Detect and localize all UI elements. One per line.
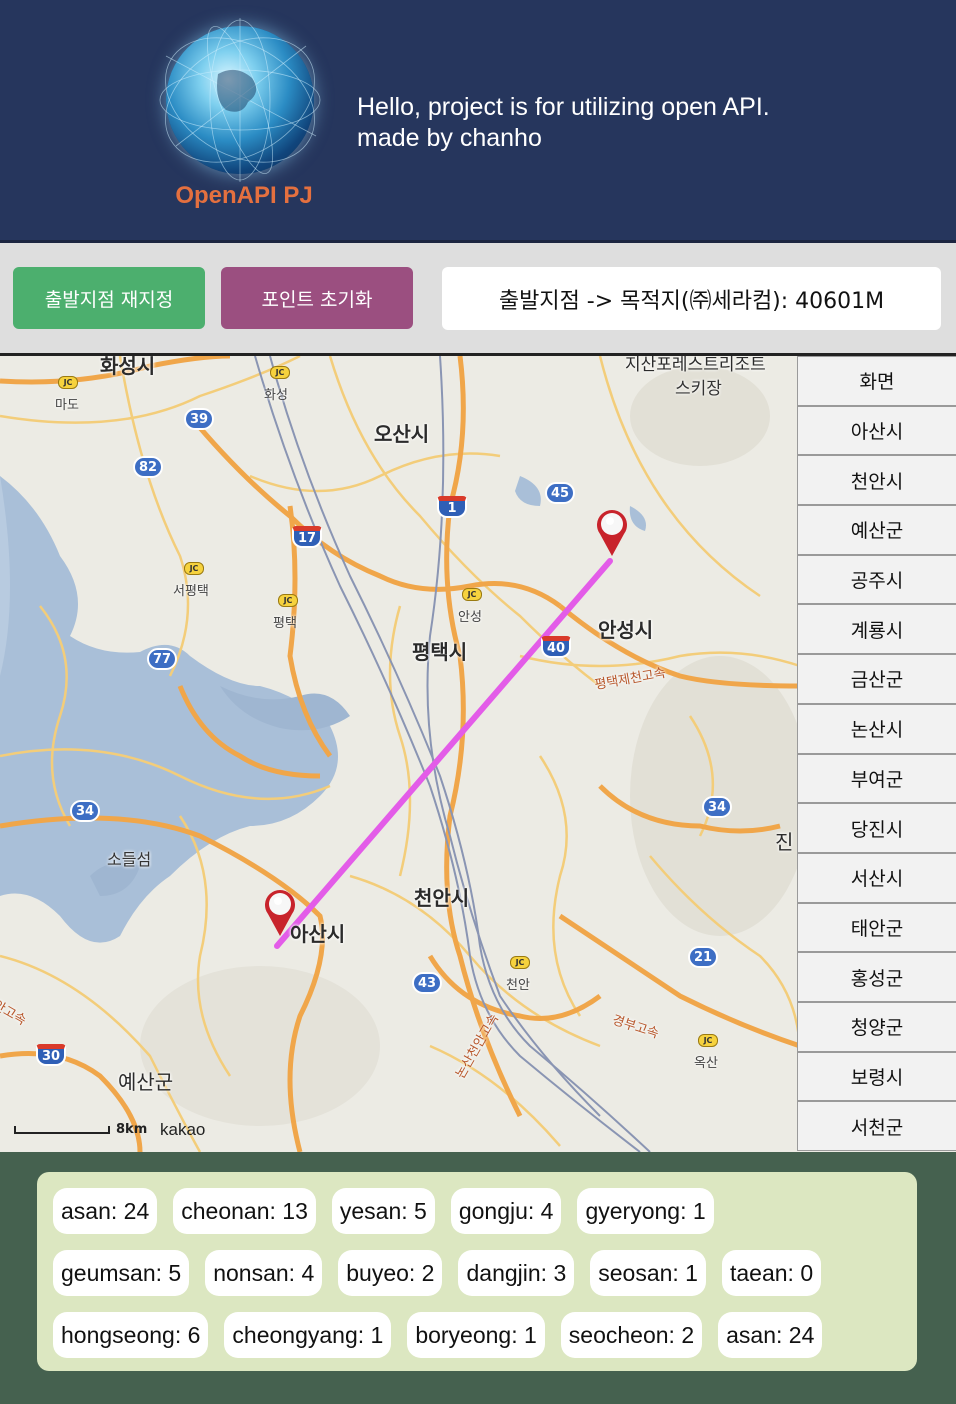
place-anseong-jc: 안성 bbox=[458, 610, 482, 625]
place-anseong: 안성시 bbox=[598, 618, 654, 642]
place-mado: 마도 bbox=[55, 398, 79, 413]
route-shield: 82 bbox=[133, 456, 163, 478]
region-button-gyeryong[interactable]: 계룡시 bbox=[797, 604, 956, 655]
route-shield: 30 bbox=[36, 1044, 66, 1066]
count-row: hongseong: 6 cheongyang: 1 boryeong: 1 s… bbox=[53, 1312, 917, 1358]
distance-display: 출발지점 -> 목적지(㈜세라컴): 40601M bbox=[442, 267, 941, 330]
count-row: geumsan: 5 nonsan: 4 buyeo: 2 dangjin: 3… bbox=[53, 1250, 917, 1296]
route-shield: 40 bbox=[541, 636, 571, 658]
place-cheonan-jc: 천안 bbox=[506, 978, 530, 993]
place-cheonan: 천안시 bbox=[414, 886, 470, 910]
region-button-geumsan[interactable]: 금산군 bbox=[797, 654, 956, 704]
count-chip-taean: taean: 0 bbox=[721, 1250, 822, 1296]
place-hwaseong-top: 화성시 bbox=[100, 356, 156, 378]
region-list: 화면 아산시 천안시 예산군 공주시 계룡시 금산군 논산시 부여군 당진시 서… bbox=[797, 356, 956, 1151]
region-button-seosan[interactable]: 서산시 bbox=[797, 852, 956, 903]
count-chip-seocheon: seocheon: 2 bbox=[560, 1312, 703, 1358]
toolbar: 출발지점 재지정 포인트 초기화 출발지점 -> 목적지(㈜세라컴): 4060… bbox=[0, 240, 956, 356]
route-shield: 34 bbox=[702, 796, 732, 818]
greeting: Hello, project is for utilizing open API… bbox=[357, 92, 770, 154]
place-osan: 오산시 bbox=[374, 422, 430, 446]
count-chip-dangjin: dangjin: 3 bbox=[458, 1250, 575, 1296]
count-chip-geumsan: geumsan: 5 bbox=[53, 1250, 190, 1296]
place-pyeongtaek-jc: 평택 bbox=[273, 616, 297, 631]
junction-icon: JC bbox=[698, 1034, 718, 1047]
route-shield: 77 bbox=[147, 648, 177, 670]
count-chip-cheongyang: cheongyang: 1 bbox=[224, 1312, 392, 1358]
place-sodeulseom: 소들섬 bbox=[107, 850, 152, 869]
reset-start-button[interactable]: 출발지점 재지정 bbox=[13, 267, 205, 329]
route-shield: 39 bbox=[184, 408, 214, 430]
count-row: asan: 24 cheonan: 13 yesan: 5 gongju: 4 … bbox=[53, 1188, 917, 1234]
region-button-cheongyang[interactable]: 청양군 bbox=[797, 1001, 956, 1052]
route-shield: 21 bbox=[688, 946, 718, 968]
route-shield: 34 bbox=[70, 800, 100, 822]
map-view[interactable]: 화성시 마도 화성 오산시 지산포레스트리조트 스키장 서평택 평택 안성 평택… bbox=[0, 356, 956, 1152]
count-chip-buyeo: buyeo: 2 bbox=[338, 1250, 443, 1296]
region-button-taean[interactable]: 태안군 bbox=[797, 902, 956, 953]
place-yesan: 예산군 bbox=[118, 1070, 174, 1094]
greeting-line-2: made by chanho bbox=[357, 124, 542, 152]
count-chip-gongju: gongju: 4 bbox=[450, 1188, 562, 1234]
place-pyeongtaek: 평택시 bbox=[412, 640, 468, 664]
route-shield: 1 bbox=[437, 496, 467, 518]
region-button-dangjin[interactable]: 당진시 bbox=[797, 803, 956, 853]
count-chip-boryeong: boryeong: 1 bbox=[407, 1312, 545, 1358]
region-button-asan[interactable]: 아산시 bbox=[797, 405, 956, 456]
app-header: OpenAPI PJ Hello, project is for utilizi… bbox=[0, 0, 956, 240]
count-chip-seosan: seosan: 1 bbox=[590, 1250, 706, 1296]
clear-points-button[interactable]: 포인트 초기화 bbox=[221, 267, 413, 329]
count-chip-asan: asan: 24 bbox=[53, 1188, 158, 1234]
route-shield: 43 bbox=[412, 972, 442, 994]
junction-icon: JC bbox=[510, 956, 530, 969]
logo-text: OpenAPI PJ bbox=[175, 182, 313, 209]
region-button-seocheon[interactable]: 서천군 bbox=[797, 1101, 956, 1151]
count-chip-hongseong: hongseong: 6 bbox=[53, 1312, 209, 1358]
junction-icon: JC bbox=[270, 366, 290, 379]
place-jisan: 지산포레스트리조트 bbox=[625, 356, 766, 375]
map-provider-logo: kakao bbox=[160, 1120, 206, 1139]
place-asan: 아산시 bbox=[290, 922, 346, 946]
region-button-gongju[interactable]: 공주시 bbox=[797, 554, 956, 605]
place-ski: 스키장 bbox=[675, 379, 722, 399]
logo: OpenAPI PJ bbox=[159, 18, 324, 216]
count-chip-cheonan: cheonan: 13 bbox=[173, 1188, 316, 1234]
place-jin: 진 bbox=[775, 830, 794, 854]
region-button-nonsan[interactable]: 논산시 bbox=[797, 703, 956, 754]
count-chip-nonsan: nonsan: 4 bbox=[205, 1250, 323, 1296]
count-chip-gyeryong: gyeryong: 1 bbox=[577, 1188, 714, 1234]
count-chip-asan-total: asan: 24 bbox=[718, 1312, 823, 1358]
region-button-boryeong[interactable]: 보령시 bbox=[797, 1051, 956, 1102]
place-oksan: 옥산 bbox=[694, 1056, 718, 1071]
region-button-buyeo[interactable]: 부여군 bbox=[797, 753, 956, 804]
junction-icon: JC bbox=[184, 562, 204, 575]
region-button-cheonan[interactable]: 천안시 bbox=[797, 455, 956, 506]
place-seopyeongtaek: 서평택 bbox=[173, 584, 209, 599]
region-button-yesan[interactable]: 예산군 bbox=[797, 505, 956, 555]
scale-label: 8km bbox=[116, 1122, 148, 1137]
junction-icon: JC bbox=[278, 594, 298, 607]
route-shield: 45 bbox=[545, 482, 575, 504]
route-shield: 17 bbox=[292, 526, 322, 548]
destination-marker-icon[interactable] bbox=[594, 506, 630, 558]
start-marker-icon[interactable] bbox=[262, 886, 298, 938]
greeting-line-1: Hello, project is for utilizing open API… bbox=[357, 93, 770, 121]
region-button-screen[interactable]: 화면 bbox=[797, 356, 956, 406]
region-count-panel: asan: 24 cheonan: 13 yesan: 5 gongju: 4 … bbox=[37, 1172, 917, 1371]
globe-icon bbox=[159, 18, 321, 182]
region-button-hongseong[interactable]: 홍성군 bbox=[797, 952, 956, 1002]
junction-icon: JC bbox=[58, 376, 78, 389]
scale-bar bbox=[14, 1126, 110, 1134]
place-hwaseong-jc: 화성 bbox=[264, 388, 288, 403]
junction-icon: JC bbox=[462, 588, 482, 601]
count-chip-yesan: yesan: 5 bbox=[331, 1188, 435, 1234]
